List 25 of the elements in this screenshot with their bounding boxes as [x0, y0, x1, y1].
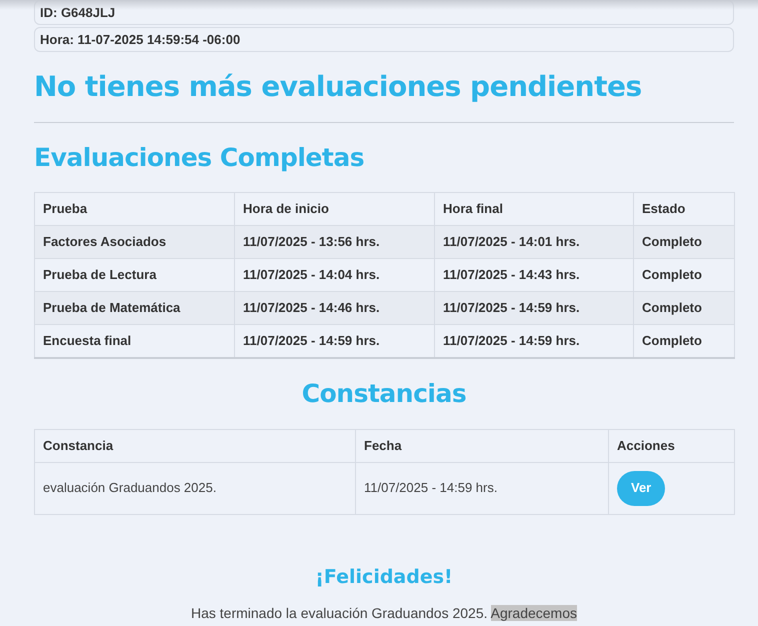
section-heading: Constancias [300, 378, 468, 408]
table-cell: evaluación Graduandos 2025. [34, 462, 356, 514]
congrats-message: Has terminado la evaluación Graduandos 2025. Agradecemos [190, 604, 578, 623]
view-button[interactable]: Ver [617, 470, 666, 506]
table-cell: 11/07/2025 - 14:46 hrs. [234, 292, 434, 324]
table-cell: Encuesta final [34, 324, 234, 358]
table-cell: Completo [634, 292, 734, 324]
column-header: Acciones [608, 429, 734, 462]
table-cell: 11/07/2025 - 13:56 hrs. [234, 226, 434, 258]
info-text: Hora: 11-07-2025 14:59:54 -06:00 [34, 27, 734, 52]
column-header: Prueba [34, 192, 234, 226]
column-header: Hora final [434, 192, 634, 226]
table-cell: 11/07/2025 - 14:59 hrs. [434, 292, 634, 324]
congrats-heading: ¡Felicidades! [314, 564, 454, 588]
column-header: Fecha [356, 429, 608, 462]
table-cell: 11/07/2025 - 14:01 hrs. [434, 226, 634, 258]
column-header: Hora de inicio [234, 192, 434, 226]
table-cell: 11/07/2025 - 14:59 hrs. [356, 462, 608, 514]
section-heading: Evaluaciones Completas [34, 143, 366, 173]
table-cell: Completo [634, 226, 734, 258]
info-text: ID: G648JLJ [34, 0, 734, 25]
table-cell: Factores Asociados [34, 226, 234, 258]
page-heading: No tienes más evaluaciones pendientes [34, 70, 643, 104]
table-cell: Prueba de Matemática [34, 292, 234, 324]
column-header: Constancia [34, 429, 356, 462]
